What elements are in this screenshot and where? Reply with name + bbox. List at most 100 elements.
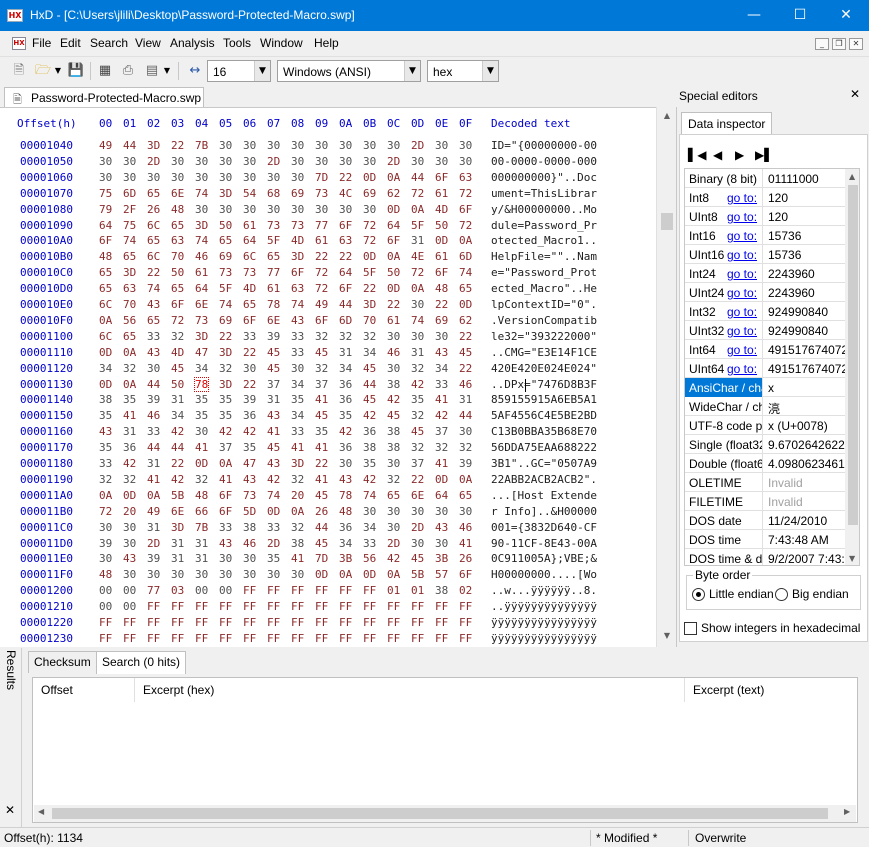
hex-byte[interactable]: 0D [435, 473, 448, 486]
row-offset[interactable]: 00001230 [20, 632, 73, 645]
hex-byte[interactable]: 33 [147, 425, 160, 438]
hex-byte[interactable]: 32 [123, 473, 136, 486]
hex-row[interactable]: 00001180 33 42 31 22 0D 0A 47 43 3D 22 30 35 30 37 41 39… [0, 457, 655, 473]
hex-byte[interactable]: 65 [267, 250, 280, 263]
hex-byte[interactable]: 30 [315, 155, 328, 168]
hex-byte[interactable]: 72 [363, 219, 376, 232]
hex-byte[interactable]: 6D [123, 187, 136, 200]
hex-byte[interactable]: 30 [411, 505, 424, 518]
row-offset[interactable]: 00001070 [20, 187, 73, 200]
hex-byte[interactable]: 30 [387, 505, 400, 518]
hex-byte[interactable]: 30 [219, 552, 232, 565]
hex-byte[interactable]: 43 [291, 314, 304, 327]
decoded-text[interactable]: ument=ThisLibrar [491, 187, 597, 200]
hex-byte[interactable]: 38 [387, 441, 400, 454]
decoded-text[interactable]: 0C911005A};VBE;& [491, 552, 597, 565]
hex-byte[interactable]: 65 [147, 187, 160, 200]
hex-byte[interactable]: 3D [363, 298, 376, 311]
hex-byte[interactable]: 6E [171, 505, 184, 518]
hex-row[interactable]: 000010E0 6C 70 43 6F 6E 74 65 78 74 49 44 3D 22 30 22 0D… [0, 298, 655, 314]
hex-byte[interactable]: 73 [195, 314, 208, 327]
hex-byte[interactable]: 34 [363, 521, 376, 534]
hex-byte[interactable]: 30 [339, 139, 352, 152]
hex-byte[interactable]: 65 [147, 234, 160, 247]
row-offset[interactable]: 00001040 [20, 139, 73, 152]
scroll-left-icon[interactable]: ◀ [38, 807, 44, 816]
hex-byte[interactable]: 33 [363, 537, 376, 550]
hex-byte[interactable]: 70 [123, 298, 136, 311]
hex-byte[interactable]: 6F [459, 568, 472, 581]
hex-byte[interactable]: FF [243, 584, 256, 597]
hex-byte[interactable]: 31 [147, 521, 160, 534]
row-offset[interactable]: 000010C0 [20, 266, 73, 279]
hex-byte[interactable]: 48 [435, 282, 448, 295]
hex-byte[interactable]: 61 [387, 314, 400, 327]
hex-byte[interactable]: FF [315, 600, 328, 613]
hex-byte[interactable]: 32 [411, 362, 424, 375]
hex-byte[interactable]: 44 [339, 298, 352, 311]
hex-byte[interactable]: 63 [291, 282, 304, 295]
hex-byte[interactable]: 6F [219, 489, 232, 502]
hex-byte[interactable]: 30 [243, 568, 256, 581]
hex-byte[interactable]: 0D [363, 171, 376, 184]
hex-byte[interactable]: 30 [315, 139, 328, 152]
hex-byte[interactable]: 26 [147, 203, 160, 216]
hex-byte[interactable]: 44 [171, 441, 184, 454]
row-offset[interactable]: 00001120 [20, 362, 73, 375]
row-offset[interactable]: 00001220 [20, 616, 73, 629]
hex-byte[interactable]: 30 [363, 139, 376, 152]
hex-byte[interactable]: 41 [315, 473, 328, 486]
hex-byte[interactable]: 36 [363, 425, 376, 438]
hex-byte[interactable]: FF [219, 600, 232, 613]
hex-byte[interactable]: 30 [411, 537, 424, 550]
menu-edit[interactable]: Edit [60, 36, 81, 50]
hex-byte[interactable]: 30 [123, 537, 136, 550]
hex-byte[interactable]: 0A [339, 568, 352, 581]
hex-byte[interactable]: 33 [291, 346, 304, 359]
hex-byte[interactable]: 41 [315, 393, 328, 406]
hex-byte[interactable]: 30 [267, 171, 280, 184]
hex-byte[interactable]: 30 [435, 505, 448, 518]
hex-byte[interactable]: 30 [387, 330, 400, 343]
hex-byte[interactable]: 0A [99, 489, 112, 502]
title-bar[interactable]: HX HxD - [C:\Users\jlili\Desktop\Passwor… [0, 0, 869, 31]
hex-byte[interactable]: 5F [267, 234, 280, 247]
hex-byte[interactable]: 6F [171, 298, 184, 311]
hex-byte[interactable]: 30 [195, 155, 208, 168]
hex-byte[interactable]: 45 [411, 425, 424, 438]
hex-byte[interactable]: 3D [291, 457, 304, 470]
calculator-icon[interactable]: ▦ [96, 62, 114, 80]
decoded-text[interactable]: 000000000}"..Doc [491, 171, 597, 184]
column-header[interactable]: 00 [99, 117, 112, 130]
hex-byte[interactable]: 30 [435, 330, 448, 343]
hex-byte[interactable]: 43 [147, 298, 160, 311]
hex-byte[interactable]: 43 [267, 409, 280, 422]
hex-byte[interactable]: 63 [171, 234, 184, 247]
hex-byte[interactable]: 3D [147, 139, 160, 152]
row-offset[interactable]: 000010D0 [20, 282, 73, 295]
column-header[interactable]: 01 [123, 117, 136, 130]
hex-byte[interactable]: 30 [459, 155, 472, 168]
hex-byte[interactable]: 46 [243, 537, 256, 550]
scroll-down-icon[interactable]: ▼ [661, 631, 673, 643]
hex-byte[interactable]: 64 [435, 489, 448, 502]
hex-byte[interactable]: 70 [171, 250, 184, 263]
hex-byte[interactable]: 30 [387, 139, 400, 152]
decoded-text[interactable]: le32="393222000" [491, 330, 597, 343]
hex-byte[interactable]: 22 [459, 330, 472, 343]
hex-byte[interactable]: 7B [195, 139, 208, 152]
hex-byte[interactable]: 0A [387, 568, 400, 581]
hex-byte[interactable]: FF [291, 616, 304, 629]
hex-byte[interactable]: 49 [99, 139, 112, 152]
hex-byte[interactable]: 41 [435, 393, 448, 406]
hex-byte[interactable]: 39 [147, 552, 160, 565]
hex-byte[interactable]: 45 [315, 489, 328, 502]
hex-vertical-scrollbar[interactable]: ▲ ▼ [656, 107, 676, 647]
decoded-text[interactable]: ID="{00000000-00 [491, 139, 597, 152]
decoded-text[interactable]: ..ÿÿÿÿÿÿÿÿÿÿÿÿÿÿ [491, 600, 597, 613]
inspector-row[interactable]: Int32 go to: 924990840 [685, 302, 859, 321]
hex-integers-checkbox[interactable] [684, 622, 697, 635]
inspector-row[interactable]: Int16 go to: 15736 [685, 226, 859, 245]
hex-byte[interactable]: FF [147, 632, 160, 645]
decoded-text[interactable]: ected_Macro"..He [491, 282, 597, 295]
